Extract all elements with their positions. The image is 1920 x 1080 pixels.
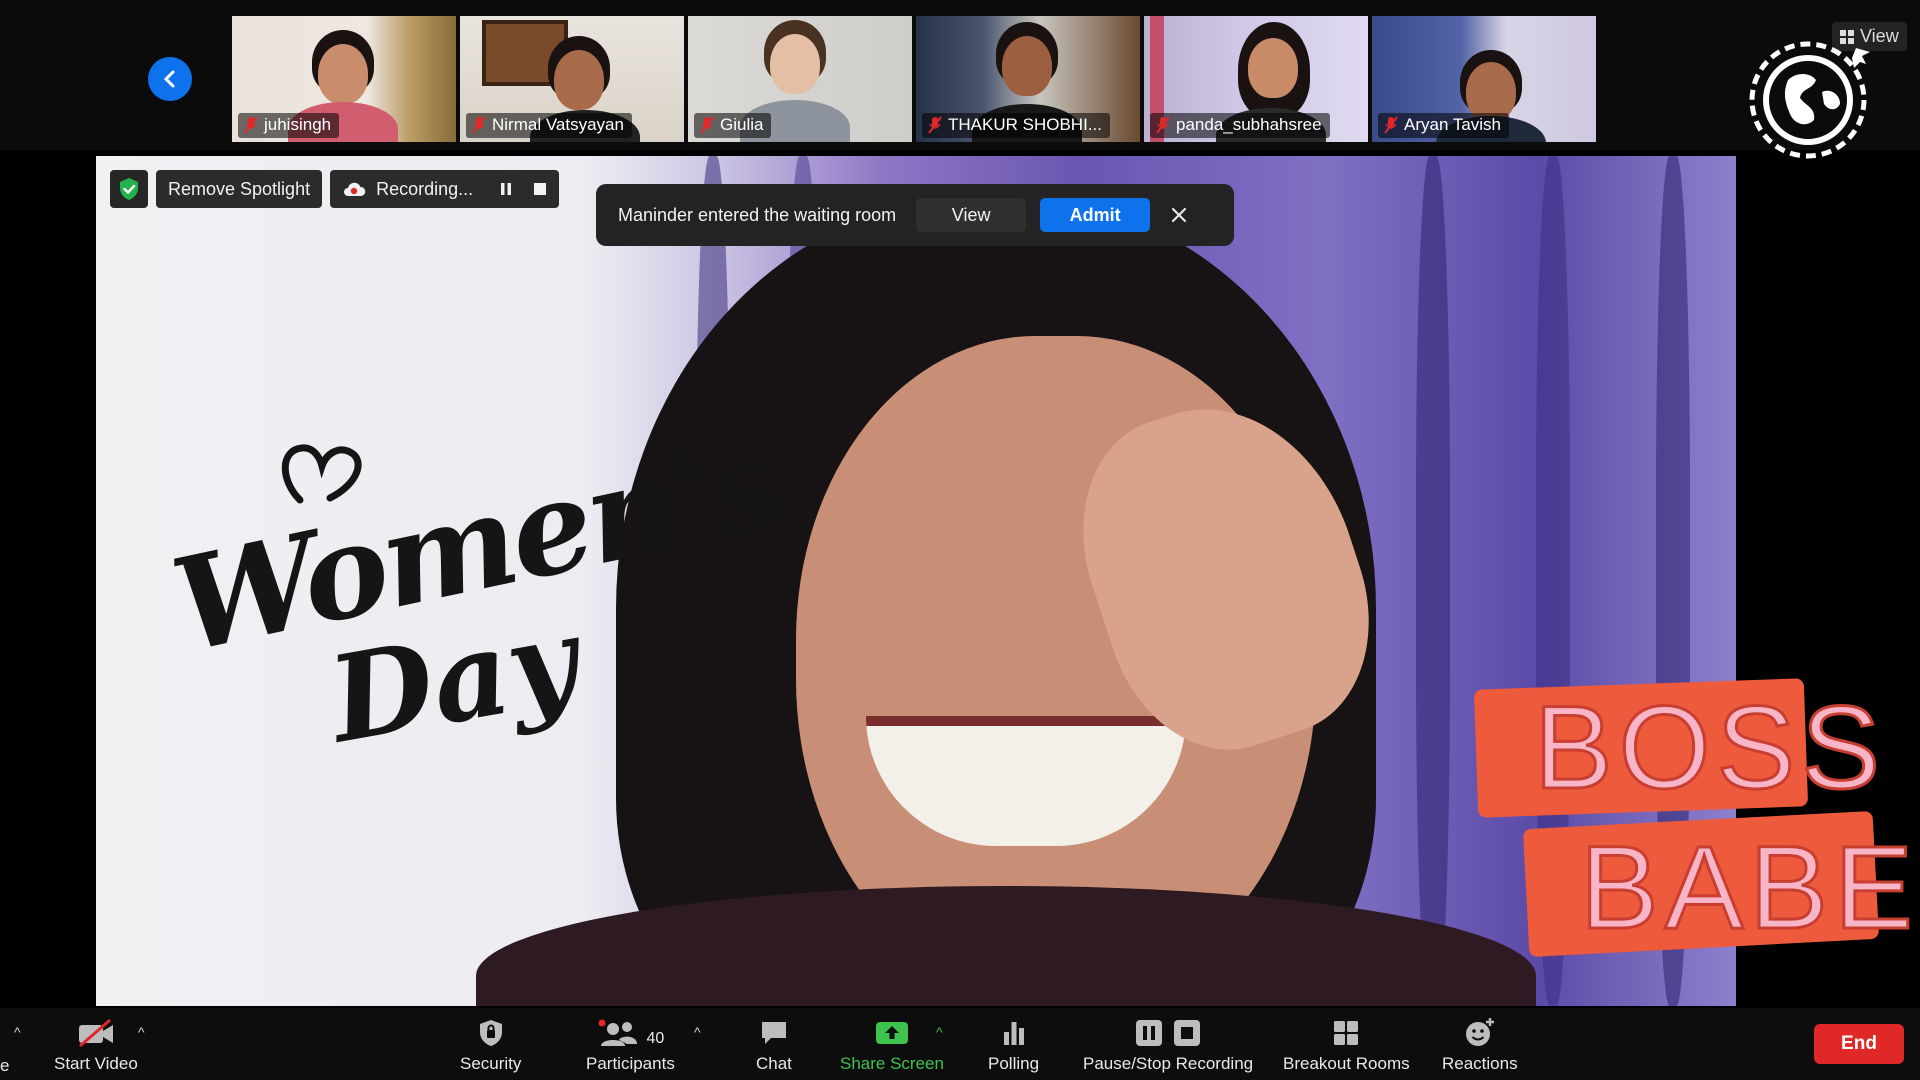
mic-muted-icon	[244, 116, 258, 134]
video-off-icon	[78, 1018, 113, 1048]
share-screen-label: Share Screen	[840, 1054, 944, 1073]
truncated-label: e	[0, 1056, 10, 1075]
name-tag: Aryan Tavish	[1378, 113, 1510, 138]
participant-tile[interactable]: Nirmal Vatsyayan	[460, 16, 684, 142]
participant-name: panda_subhahsree	[1176, 115, 1322, 134]
start-video-button[interactable]: Start Video	[54, 1014, 138, 1074]
recording-label: Recording...	[376, 178, 474, 199]
mic-muted-icon	[928, 116, 942, 134]
sos-party-logo	[1749, 41, 1870, 159]
smiley-icon	[1465, 1018, 1494, 1046]
security-label: Security	[460, 1054, 522, 1073]
chevron-left-icon	[163, 70, 175, 88]
meeting-toolbar: e ^ Start Video ^ Security 40 Participan…	[0, 1008, 1920, 1080]
stop-recording-icon[interactable]	[533, 182, 547, 196]
chat-bubble-icon	[761, 1022, 786, 1044]
mic-muted-icon	[1384, 116, 1398, 134]
breakout-rooms-button[interactable]: Breakout Rooms	[1283, 1014, 1410, 1074]
previous-page-button[interactable]	[148, 57, 192, 101]
name-tag: panda_subhahsree	[1150, 113, 1330, 138]
name-tag: juhisingh	[238, 113, 340, 138]
share-screen-icon	[875, 1022, 908, 1044]
reactions-button[interactable]: Reactions	[1442, 1014, 1518, 1074]
name-tag: THAKUR SHOBHI...	[922, 113, 1110, 138]
close-notification-button[interactable]	[1164, 200, 1194, 230]
security-shield-icon	[479, 1020, 502, 1046]
pause-icon	[1136, 1020, 1163, 1046]
share-screen-button[interactable]: Share Screen	[840, 1014, 944, 1074]
participants-count: 40	[646, 1030, 665, 1047]
start-video-label: Start Video	[54, 1054, 138, 1073]
pause-recording-icon[interactable]	[499, 182, 513, 196]
remove-spotlight-button[interactable]: Remove Spotlight	[156, 170, 323, 208]
mic-muted-icon	[700, 116, 714, 134]
polling-button[interactable]: Polling	[988, 1014, 1039, 1074]
participant-tile[interactable]: juhisingh	[232, 16, 456, 142]
notification-message: Maninder entered the waiting room	[618, 204, 897, 225]
participants-options-caret[interactable]: ^	[694, 1024, 701, 1040]
participant-name: Nirmal Vatsyayan	[492, 115, 624, 134]
pause-stop-recording-label: Pause/Stop Recording	[1083, 1054, 1254, 1073]
participant-name: THAKUR SHOBHI...	[948, 115, 1102, 134]
chat-button[interactable]: Chat	[756, 1014, 792, 1074]
mic-muted-icon	[472, 116, 486, 134]
participants-button[interactable]: 40 Participants	[586, 1014, 675, 1074]
bar-chart-icon	[1003, 1022, 1024, 1045]
name-tag: Nirmal Vatsyayan	[466, 113, 632, 138]
breakout-rooms-icon	[1334, 1021, 1359, 1045]
view-waiting-room-button[interactable]: View	[916, 198, 1027, 232]
speaker-shoulders	[476, 886, 1536, 1006]
name-tag: Giulia	[694, 113, 772, 138]
remove-spotlight-label: Remove Spotlight	[168, 178, 311, 199]
end-meeting-button[interactable]: End	[1814, 1024, 1904, 1064]
participant-tile[interactable]: THAKUR SHOBHI...	[916, 16, 1140, 142]
participant-tile[interactable]: Giulia	[688, 16, 912, 142]
participants-label: Participants	[586, 1054, 675, 1073]
chat-label: Chat	[756, 1054, 792, 1073]
video-options-caret[interactable]: ^	[138, 1024, 145, 1040]
breakout-rooms-label: Breakout Rooms	[1283, 1054, 1410, 1073]
boss-babe-sticker: BOSS BABE	[1470, 670, 1914, 990]
babe-text: BABE	[1579, 821, 1919, 956]
security-button[interactable]: Security	[460, 1014, 521, 1074]
close-icon	[1172, 207, 1187, 223]
recording-indicator: Recording...	[330, 170, 560, 208]
waiting-room-notification: Maninder entered the waiting room View A…	[596, 184, 1234, 246]
admit-button[interactable]: Admit	[1040, 198, 1151, 232]
shield-check-icon	[120, 178, 138, 200]
mic-muted-icon	[1156, 116, 1170, 134]
pause-stop-recording-button[interactable]: Pause/Stop Recording	[1083, 1014, 1253, 1074]
participant-thumbnails: juhisingh Nirmal Vatsyayan Giulia THAKUR…	[232, 16, 1596, 142]
curtain-fold	[1416, 156, 1450, 1006]
womens-day-sticker: Women's Day	[150, 408, 791, 770]
encryption-badge[interactable]	[110, 170, 148, 208]
participants-icon	[598, 1019, 637, 1046]
boss-text: BOSS	[1533, 681, 1886, 816]
participant-name: Aryan Tavish	[1404, 115, 1502, 134]
stop-icon	[1174, 1020, 1201, 1046]
reactions-label: Reactions	[1442, 1054, 1518, 1073]
participant-name: juhisingh	[264, 115, 332, 134]
polling-label: Polling	[988, 1054, 1040, 1073]
audio-options-caret[interactable]: ^	[14, 1024, 21, 1040]
participant-tile[interactable]: Aryan Tavish	[1372, 16, 1596, 142]
participant-tile[interactable]: panda_subhahsree	[1144, 16, 1368, 142]
share-options-caret[interactable]: ^	[936, 1024, 943, 1040]
gallery-strip: juhisingh Nirmal Vatsyayan Giulia THAKUR…	[0, 0, 1920, 150]
participant-name: Giulia	[720, 115, 764, 134]
spotlight-controls: Remove Spotlight Recording...	[110, 170, 560, 208]
cloud-recording-icon	[344, 182, 366, 196]
